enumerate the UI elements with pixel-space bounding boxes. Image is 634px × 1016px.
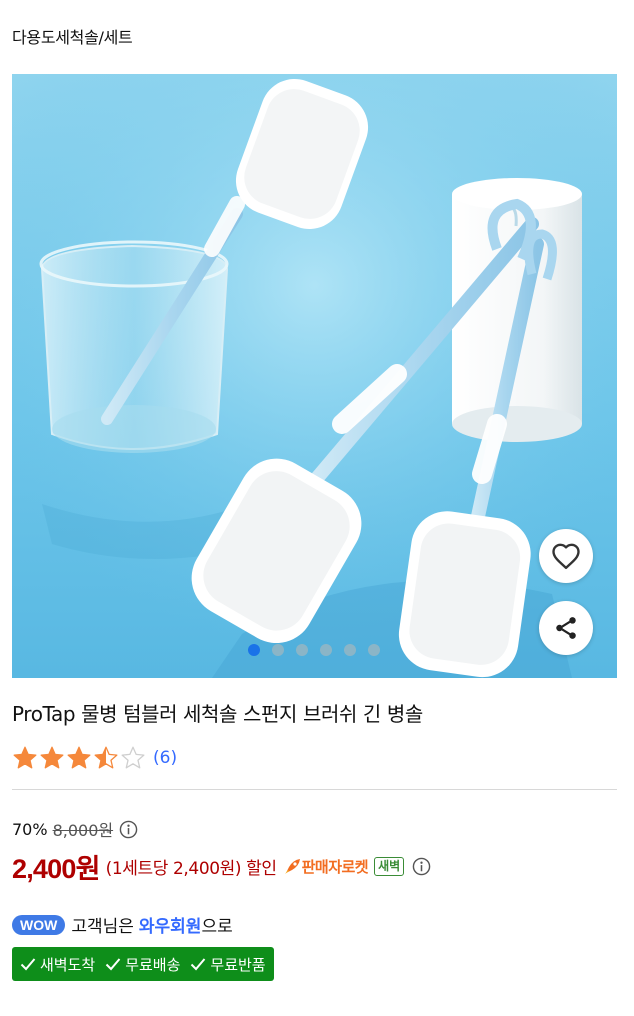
benefit-item: 새벽도착	[20, 954, 95, 975]
unit-price: (1세트당 2,400원) 할인	[105, 859, 277, 879]
share-icon	[556, 617, 576, 639]
product-title: ProTap 물병 텀블러 세척솔 스펀지 브러쉬 긴 병솔	[12, 702, 423, 726]
wow-text-strong: 와우회원	[138, 917, 202, 937]
dawn-delivery-badge: 새벽	[374, 857, 405, 876]
rating-stars	[12, 745, 146, 770]
pagination-dot[interactable]	[344, 644, 356, 656]
sale-price: 2,400원	[12, 854, 100, 884]
breadcrumb[interactable]: 다용도세척솔/세트	[12, 24, 133, 48]
wow-text-after: 으로	[201, 917, 233, 937]
product-image-gallery[interactable]	[12, 74, 617, 678]
wow-badge: WOW	[12, 914, 66, 935]
original-price: 8,000원	[52, 821, 114, 840]
wow-text-before: 고객님은	[71, 917, 134, 937]
wow-membership-line: WOW 고객님은 와우회원 으로	[12, 912, 233, 937]
benefits-bar: 새벽도착 무료배송 무료반품	[12, 947, 274, 981]
benefit-item: 무료배송	[105, 954, 180, 975]
star-icon	[40, 746, 64, 769]
star-icon	[67, 746, 91, 769]
rocket-icon	[284, 858, 300, 874]
pagination-dot[interactable]	[296, 644, 308, 656]
benefit-item: 무료반품	[190, 954, 266, 975]
benefit-label: 새벽도착	[40, 955, 96, 974]
original-price-line: 70% 8,000원	[12, 817, 138, 841]
benefit-label: 무료반품	[210, 955, 266, 974]
favorite-button[interactable]	[539, 529, 593, 583]
pagination-dot[interactable]	[272, 644, 284, 656]
pagination-dot[interactable]	[320, 644, 332, 656]
sale-price-line: 2,400원 (1세트당 2,400원) 할인 판매자로켓 새벽	[12, 847, 431, 886]
heart-icon	[552, 543, 580, 570]
product-rating[interactable]: (6)	[12, 745, 177, 770]
pagination-dot[interactable]	[248, 644, 260, 656]
seller-rocket-badge: 판매자로켓	[282, 856, 369, 877]
info-icon[interactable]	[119, 820, 138, 839]
check-icon	[105, 958, 121, 971]
product-photo	[12, 74, 617, 678]
divider	[12, 789, 617, 790]
gallery-pagination	[248, 644, 380, 656]
star-icon	[94, 746, 118, 769]
check-icon	[20, 958, 36, 971]
star-icon	[13, 746, 37, 769]
share-button[interactable]	[539, 601, 593, 655]
star-icon	[121, 746, 145, 769]
seller-rocket-label: 판매자로켓	[301, 858, 369, 876]
discount-rate: 70%	[12, 819, 48, 839]
review-count-link[interactable]: (6)	[153, 748, 177, 768]
pagination-dot[interactable]	[368, 644, 380, 656]
check-icon	[191, 958, 206, 971]
info-icon[interactable]	[412, 857, 431, 876]
benefit-label: 무료배송	[125, 955, 181, 974]
